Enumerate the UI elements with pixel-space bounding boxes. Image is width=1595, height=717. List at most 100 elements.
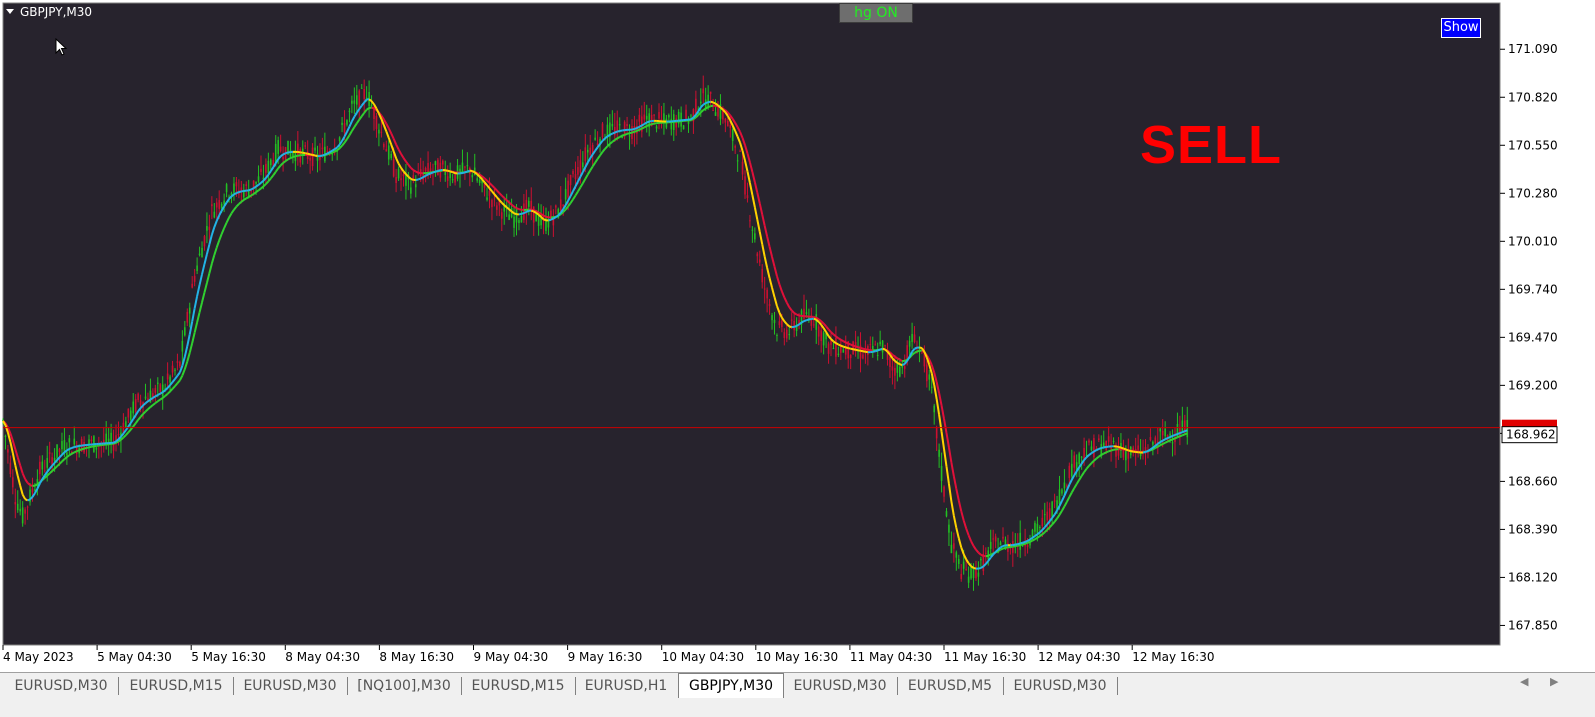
candle-body — [585, 147, 587, 161]
candle-body — [835, 338, 837, 357]
candle-body — [7, 449, 9, 452]
tab-nq100-m30[interactable]: [NQ100],M30 — [348, 675, 460, 697]
y-tick-label: 168.660 — [1508, 474, 1558, 488]
x-tick-label: 5 May 16:30 — [191, 650, 266, 664]
tab-eurusd-h1[interactable]: EURUSD,H1 — [576, 675, 676, 697]
fast-ma-segment — [150, 398, 152, 400]
fast-ma-segment — [1096, 449, 1098, 450]
candle-body — [1051, 502, 1053, 517]
slow-ma-segment — [1170, 439, 1172, 440]
slow-ma-segment — [639, 129, 641, 130]
fast-ma-segment — [1025, 541, 1027, 542]
candle-body — [182, 341, 184, 352]
tab-eurusd-m30[interactable]: EURUSD,M30 — [784, 675, 896, 697]
candle-body — [1125, 449, 1127, 460]
slow-ma-segment — [652, 124, 654, 125]
candle-body — [928, 374, 930, 379]
candle-body — [415, 184, 417, 187]
candle-body — [931, 387, 933, 388]
candle-body — [10, 463, 12, 474]
candle-body — [889, 357, 891, 367]
x-tick-label: 10 May 16:30 — [756, 650, 838, 664]
candle-body — [236, 182, 238, 186]
x-tick-label: 9 May 04:30 — [474, 650, 549, 664]
candle-body — [725, 119, 727, 123]
candle-body — [653, 115, 655, 116]
candle-body — [233, 184, 235, 194]
candle-body — [911, 334, 913, 342]
candle-body — [125, 421, 127, 427]
fast-ma-segment — [1030, 538, 1032, 540]
candle-body — [1064, 483, 1066, 489]
slow-ma-segment — [89, 447, 91, 448]
x-tick-label: 10 May 04:30 — [662, 650, 744, 664]
slow-ma-segment — [290, 157, 292, 158]
candle-body — [501, 212, 503, 218]
slow-ma-segment — [1160, 444, 1162, 445]
candle-body — [739, 151, 741, 152]
plot-background — [3, 3, 1500, 645]
candle-body — [157, 383, 159, 384]
fast-ma-segment — [433, 172, 435, 173]
tab-scroll-left-icon[interactable]: ◀ — [1520, 675, 1528, 688]
slow-ma-segment — [1180, 435, 1182, 436]
candle-body — [985, 553, 987, 554]
price-tag-value: 168.962 — [1506, 428, 1556, 442]
fast-ma-segment — [239, 191, 241, 192]
candle-body — [850, 355, 852, 358]
slow-ma-segment — [853, 346, 855, 347]
tab-gbpjpy-m30[interactable]: GBPJPY,M30 — [678, 673, 784, 698]
fast-ma-segment — [1143, 452, 1145, 453]
price-chart[interactable]: 171.090170.820170.550170.280170.010169.7… — [0, 0, 1595, 672]
tab-eurusd-m15[interactable]: EURUSD,M15 — [462, 675, 574, 697]
fast-ma-segment — [1121, 448, 1123, 449]
chart-window[interactable]: 171.090170.820170.550170.280170.010169.7… — [0, 0, 1595, 672]
candle-body — [1169, 434, 1171, 436]
fast-ma-segment — [856, 350, 858, 351]
tab-eurusd-m30[interactable]: EURUSD,M30 — [1004, 675, 1116, 697]
x-tick-label: 4 May 2023 — [3, 650, 74, 664]
fast-ma-segment — [647, 122, 649, 123]
candle-body — [260, 169, 262, 172]
slow-ma-segment — [1158, 445, 1160, 446]
fast-ma-segment — [1165, 438, 1167, 439]
fast-ma-segment — [978, 568, 980, 569]
candle-body — [339, 137, 341, 141]
y-tick-label: 168.120 — [1508, 570, 1558, 584]
fast-ma-segment — [25, 499, 27, 500]
fast-ma-segment — [703, 103, 705, 105]
show-button[interactable]: Show — [1441, 18, 1481, 38]
candle-body — [722, 111, 724, 119]
time-axis[interactable]: 4 May 20235 May 04:305 May 16:308 May 04… — [3, 645, 1214, 664]
candle-body — [442, 161, 444, 165]
candle-body — [110, 433, 112, 442]
candle-body — [22, 507, 24, 523]
fast-ma-segment — [838, 345, 840, 346]
fast-ma-segment — [249, 189, 251, 190]
candle-body — [683, 125, 685, 129]
tab-eurusd-m15[interactable]: EURUSD,M15 — [120, 675, 232, 697]
slow-ma-segment — [72, 452, 74, 453]
fast-ma-segment — [878, 350, 880, 351]
candle-body — [737, 160, 739, 161]
fast-ma-segment — [848, 348, 850, 349]
slow-ma-segment — [865, 349, 867, 350]
price-axis[interactable]: 171.090170.820170.550170.280170.010169.7… — [1500, 42, 1558, 632]
fast-ma-segment — [526, 211, 528, 212]
candle-body — [567, 181, 569, 198]
fast-ma-segment — [836, 343, 838, 344]
candle-body — [275, 144, 277, 163]
tab-eurusd-m5[interactable]: EURUSD,M5 — [898, 675, 1002, 697]
candle-body — [1044, 514, 1046, 515]
tab-eurusd-m30[interactable]: EURUSD,M30 — [5, 675, 117, 697]
candle-body — [32, 489, 34, 493]
hg-status-button[interactable]: hg ON — [839, 3, 913, 23]
candle-body — [833, 348, 835, 349]
slow-ma-segment — [79, 449, 81, 450]
tab-eurusd-m30[interactable]: EURUSD,M30 — [234, 675, 346, 697]
slow-ma-segment — [841, 340, 843, 341]
candle-body — [1182, 420, 1184, 431]
tab-scroll-right-icon[interactable]: ▶ — [1550, 675, 1558, 688]
fast-ma-segment — [639, 126, 641, 127]
candle-body — [346, 120, 348, 125]
